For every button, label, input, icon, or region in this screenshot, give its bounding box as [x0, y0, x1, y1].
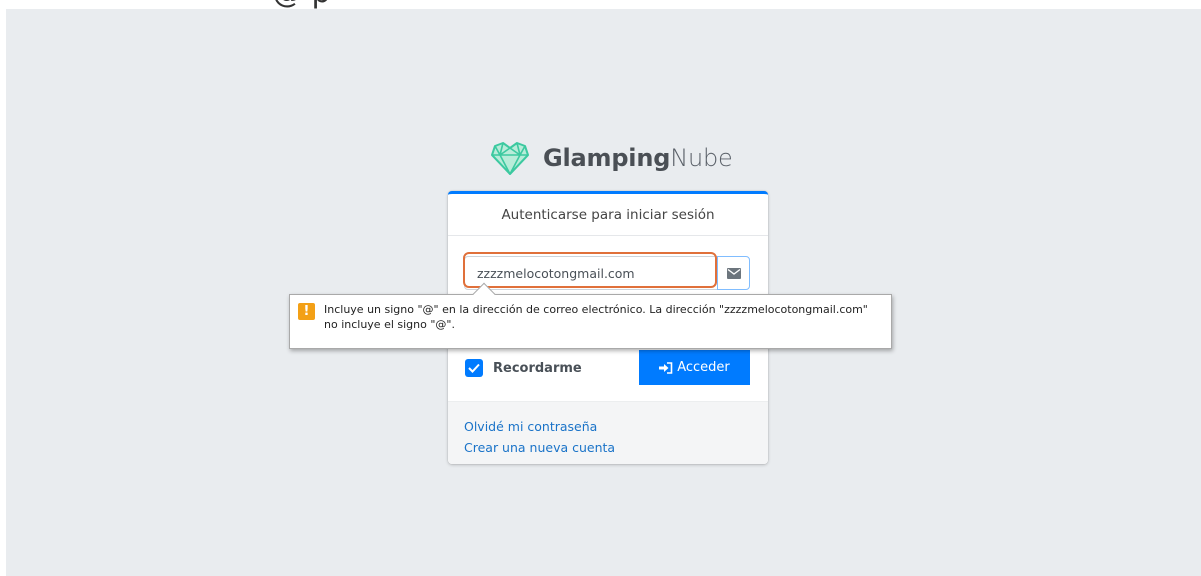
sign-in-icon: [659, 361, 673, 374]
brand-name-light: Nube: [670, 144, 733, 172]
brand-logo-link[interactable]: GlampingNube: [489, 138, 733, 178]
remember-me[interactable]: Recordarme: [465, 359, 582, 377]
remember-label: Recordarme: [493, 360, 582, 376]
email-field[interactable]: [464, 256, 717, 290]
validation-tooltip: ! Incluye un signo "@" en la dirección d…: [289, 282, 892, 349]
login-card-footer: Olvidé mi contraseña Crear una nueva cue…: [448, 401, 768, 464]
login-button[interactable]: Acceder: [639, 350, 750, 385]
top-strip: @ p: [0, 0, 1201, 9]
email-input-group: [464, 256, 750, 290]
brand-name: GlampingNube: [543, 144, 733, 172]
register-link[interactable]: Crear una nueva cuenta: [464, 437, 768, 458]
top-cropped-text: @ p: [272, 0, 331, 8]
checkmark-icon: [468, 363, 480, 373]
email-addon: [717, 256, 750, 290]
brand-name-bold: Glamping: [543, 144, 671, 172]
envelope-icon: [726, 267, 741, 279]
remember-checkbox[interactable]: [465, 359, 483, 377]
forgot-password-link[interactable]: Olvidé mi contraseña: [464, 416, 768, 437]
login-button-label: Acceder: [677, 360, 730, 375]
warning-icon: !: [298, 303, 315, 320]
validation-message: Incluye un signo "@" en la dirección de …: [324, 303, 868, 331]
heart-gem-logo-icon: [491, 142, 529, 175]
login-card-header: Autenticarse para iniciar sesión: [448, 194, 768, 236]
